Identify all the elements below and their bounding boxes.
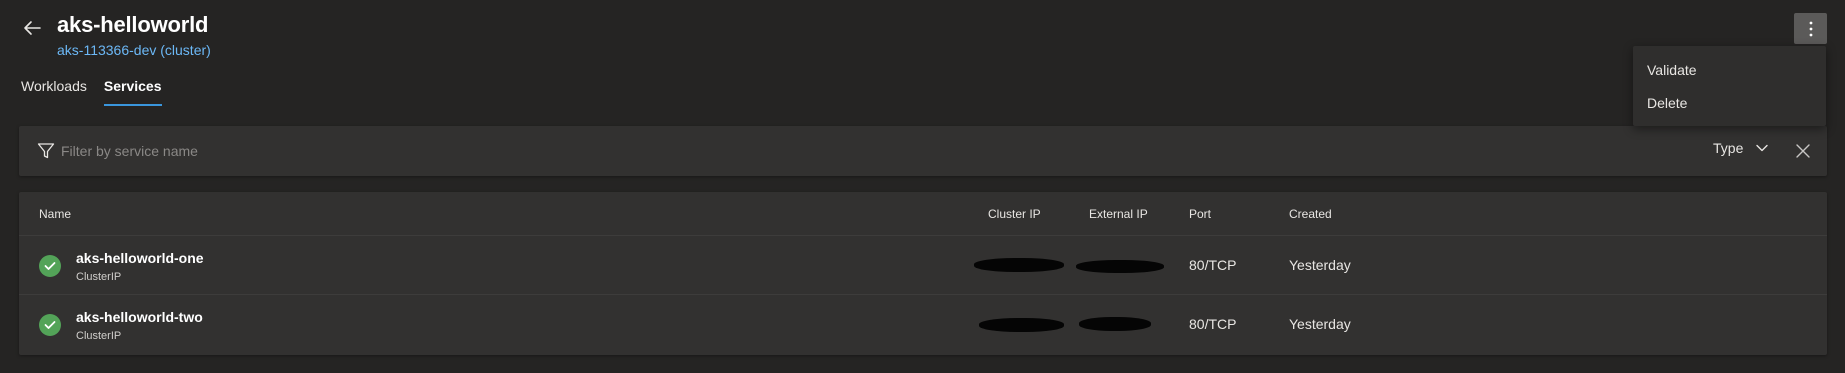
column-header-port[interactable]: Port bbox=[1189, 207, 1211, 221]
service-name: aks-helloworld-one bbox=[76, 250, 204, 266]
cluster-link[interactable]: aks-113366-dev (cluster) bbox=[57, 42, 211, 58]
table-header: Name Cluster IP External IP Port Created bbox=[19, 192, 1827, 236]
close-icon bbox=[1796, 144, 1810, 158]
column-header-cluster-ip[interactable]: Cluster IP bbox=[988, 207, 1041, 221]
column-header-created[interactable]: Created bbox=[1289, 207, 1332, 221]
table-row[interactable]: aks-helloworld-two ClusterIP 80/TCP Yest… bbox=[19, 295, 1827, 354]
services-table: Name Cluster IP External IP Port Created… bbox=[19, 192, 1827, 355]
back-button[interactable] bbox=[18, 14, 46, 42]
arrow-left-icon bbox=[24, 21, 41, 35]
redacted-external-ip bbox=[1076, 260, 1164, 273]
chevron-down-icon bbox=[1756, 144, 1769, 152]
service-port: 80/TCP bbox=[1189, 316, 1237, 332]
filter-icon bbox=[37, 143, 55, 159]
column-header-name[interactable]: Name bbox=[39, 207, 71, 221]
more-actions-button[interactable] bbox=[1794, 13, 1827, 44]
page: aks-helloworld aks-113366-dev (cluster) … bbox=[0, 0, 1845, 373]
check-circle-icon bbox=[39, 255, 61, 277]
service-type: ClusterIP bbox=[76, 271, 122, 283]
column-header-external-ip[interactable]: External IP bbox=[1089, 207, 1148, 221]
service-type: ClusterIP bbox=[76, 330, 122, 342]
check-circle-icon bbox=[39, 314, 61, 336]
redacted-external-ip bbox=[1079, 317, 1151, 331]
type-dropdown[interactable]: Type bbox=[1713, 140, 1769, 156]
redacted-cluster-ip bbox=[979, 318, 1064, 332]
service-name: aks-helloworld-two bbox=[76, 309, 203, 325]
tab-services[interactable]: Services bbox=[103, 78, 162, 106]
redacted-cluster-ip bbox=[974, 258, 1064, 272]
clear-filter-button[interactable] bbox=[1793, 141, 1813, 161]
filter-input[interactable] bbox=[61, 138, 961, 164]
table-row[interactable]: aks-helloworld-one ClusterIP 80/TCP Yest… bbox=[19, 236, 1827, 295]
service-created: Yesterday bbox=[1289, 316, 1351, 332]
type-dropdown-label: Type bbox=[1713, 140, 1744, 156]
menu-item-delete[interactable]: Delete bbox=[1633, 87, 1826, 120]
filter-bar: Type bbox=[19, 126, 1827, 176]
tab-workloads[interactable]: Workloads bbox=[21, 78, 87, 106]
service-created: Yesterday bbox=[1289, 257, 1351, 273]
menu-item-validate[interactable]: Validate bbox=[1633, 54, 1826, 87]
page-title: aks-helloworld bbox=[57, 12, 209, 37]
context-menu: Validate Delete bbox=[1633, 46, 1826, 126]
more-vertical-icon bbox=[1809, 21, 1812, 36]
service-port: 80/TCP bbox=[1189, 257, 1237, 273]
tab-bar: Workloads Services bbox=[21, 78, 179, 106]
